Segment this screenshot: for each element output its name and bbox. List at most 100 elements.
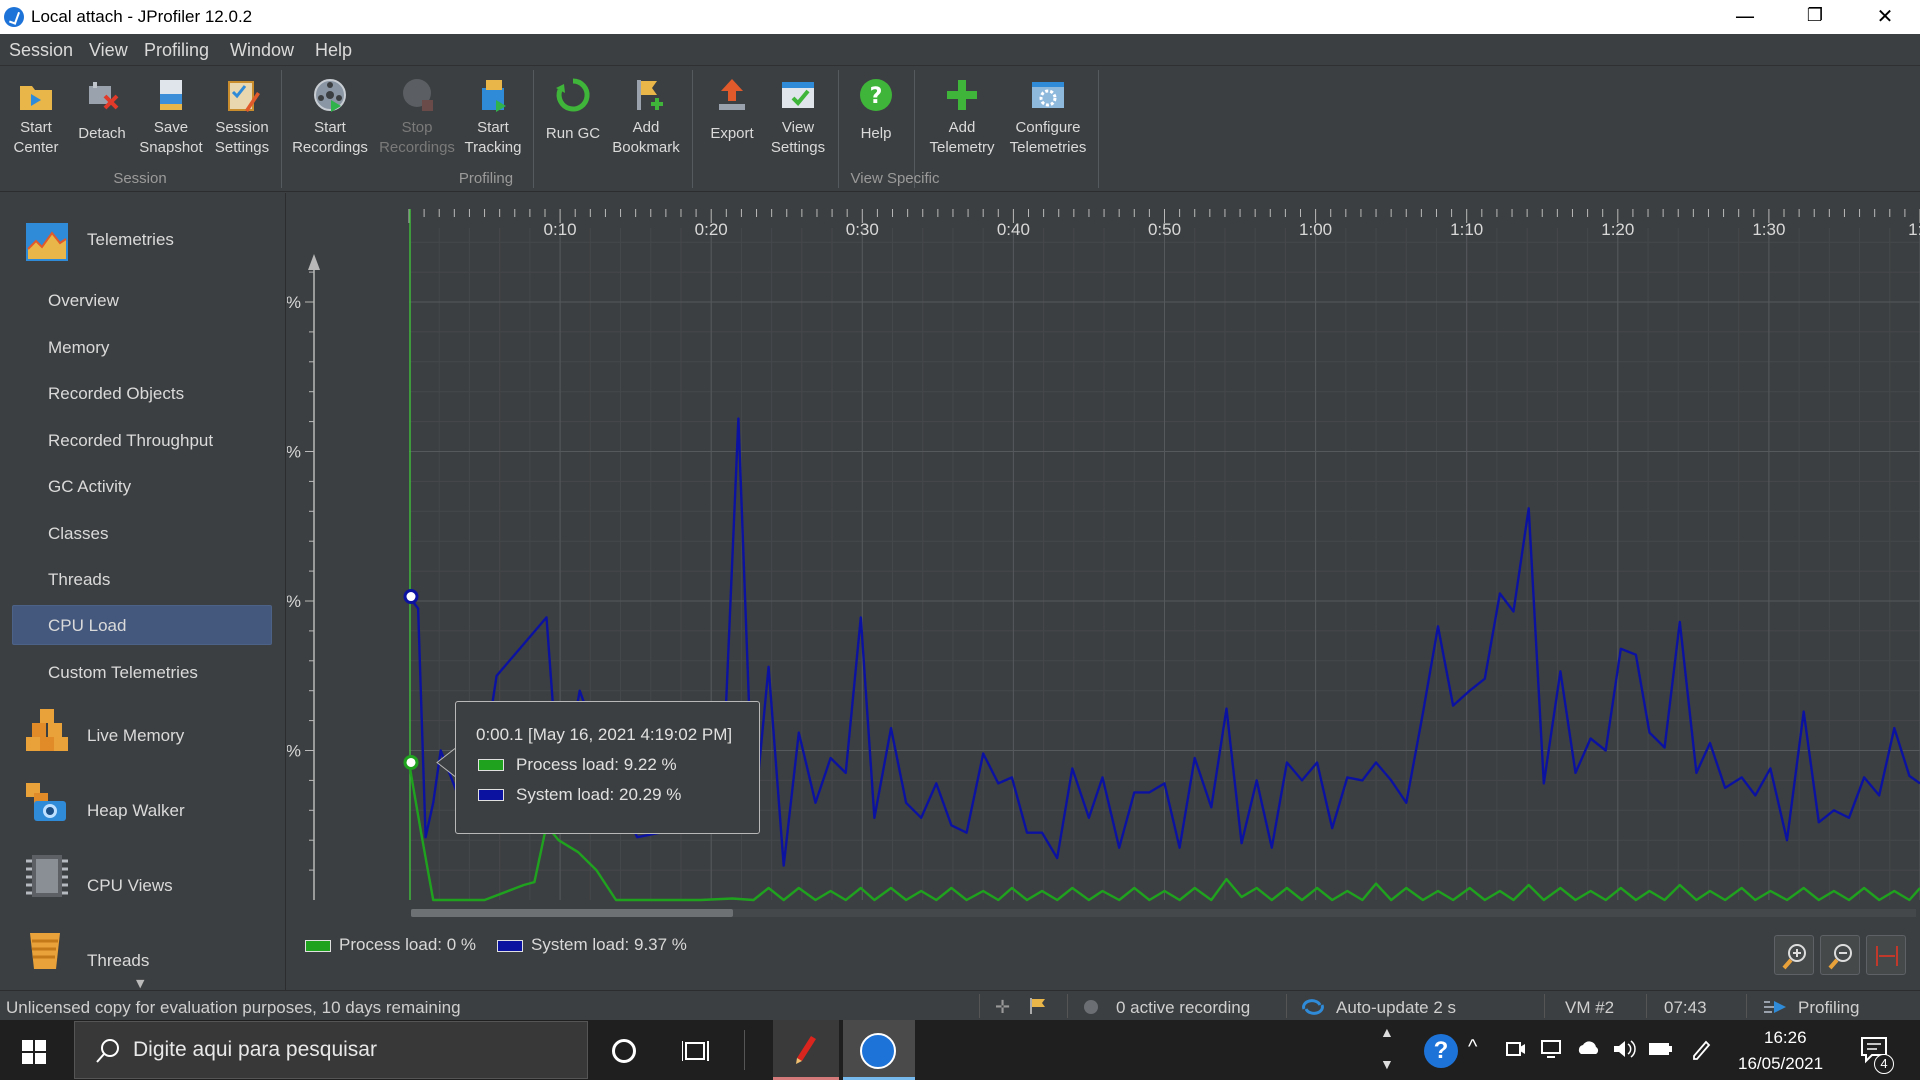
cortana-icon[interactable] [612, 1039, 636, 1063]
toolbar: Start Center Detach Save Snapshot Sessio… [0, 66, 1920, 192]
x-tick-label: 1:4 [1908, 220, 1920, 239]
sidebar-item-recorded-throughput[interactable]: Recorded Throughput [48, 431, 213, 451]
legend-process-swatch [305, 940, 331, 952]
pin-icon[interactable]: ✛ [995, 997, 1010, 1018]
taskbar-search-box[interactable]: Digite aqui para pesquisar [74, 1021, 588, 1079]
close-button[interactable]: ✕ [1850, 0, 1920, 34]
add-telemetry-button[interactable]: Add Telemetry [922, 76, 1002, 158]
start-center-button[interactable]: Start Center [6, 76, 66, 158]
windows-taskbar: Digite aqui para pesquisar ▲ ▼ ? ^ 16:26… [0, 1020, 1920, 1080]
menu-window[interactable]: Window [230, 40, 294, 61]
menu-view[interactable]: View [89, 40, 128, 61]
run-gc-button[interactable]: Run GC [540, 76, 606, 144]
sidebar-item-memory[interactable]: Memory [48, 338, 109, 358]
zoom-in-button[interactable] [1774, 935, 1814, 975]
jprofiler-taskbar-icon [860, 1033, 896, 1069]
view-settings-button[interactable]: View Settings [768, 76, 828, 158]
tooltip-system-swatch [478, 789, 504, 801]
menu-session[interactable]: Session [9, 40, 73, 61]
x-tick-label: 1:30 [1752, 220, 1785, 239]
session-settings-button[interactable]: Session Settings [210, 76, 274, 158]
sidebar-item-classes[interactable]: Classes [48, 524, 108, 544]
network-icon[interactable] [1540, 1038, 1564, 1065]
sidebar-section-live-memory[interactable]: Live Memory [87, 726, 184, 746]
start-recordings-label: Start Recordings [292, 119, 368, 156]
export-button[interactable]: Export [700, 76, 764, 144]
chart-scrollbar-thumb[interactable] [411, 909, 733, 917]
taskbar-app-jprofiler[interactable] [843, 1020, 915, 1080]
volume-icon[interactable] [1612, 1038, 1636, 1065]
help-tray-icon[interactable]: ? [1424, 1034, 1458, 1068]
taskbar-scroll-up-icon[interactable]: ▲ [1380, 1024, 1394, 1040]
cpu-load-chart[interactable]: 0:10 0:20 0:30 0:40 0:50 1:00 1:10 1:20 1:30 1:4 1… [262, 193, 1920, 990]
tooltip-process-value: Process load: 9.22 % [516, 755, 677, 774]
sidebar-section-telemetries[interactable]: Telemetries [87, 230, 174, 250]
profiling-mode-status: Profiling [1798, 998, 1860, 1017]
search-icon [96, 1039, 119, 1063]
toolbar-separator [692, 70, 693, 188]
pen-app-icon [796, 1036, 816, 1064]
stop-recordings-button[interactable]: Stop Recordings [376, 76, 458, 158]
run-gc-label: Run GC [545, 125, 601, 142]
bookmark-flag-icon[interactable] [1028, 996, 1048, 1021]
show-hidden-icons-icon[interactable]: ^ [1468, 1036, 1477, 1059]
detach-icon [83, 76, 121, 114]
sidebar-item-gc-activity[interactable]: GC Activity [48, 477, 131, 497]
title-bar: Local attach - JProfiler 12.0.2 — ❐ ✕ [0, 0, 1920, 34]
window-title: Local attach - JProfiler 12.0.2 [31, 7, 253, 26]
windows-start-icon[interactable] [22, 1040, 46, 1069]
sidebar-section-threads[interactable]: Threads [87, 951, 149, 971]
status-separator [1646, 994, 1647, 1018]
task-view-icon[interactable] [681, 1039, 710, 1068]
auto-update-icon[interactable] [1300, 997, 1326, 1022]
fit-width-button[interactable] [1866, 935, 1906, 975]
sidebar-item-custom-telemetries[interactable]: Custom Telemetries [48, 663, 198, 683]
start-tracking-label: Start Tracking [464, 119, 522, 156]
taskbar-separator [744, 1030, 745, 1070]
meet-now-icon[interactable] [1505, 1038, 1527, 1065]
start-recordings-button[interactable]: Start Recordings [290, 76, 370, 158]
add-bookmark-button[interactable]: Add Bookmark [610, 76, 682, 158]
start-tracking-icon [474, 76, 512, 114]
restore-button[interactable]: ❐ [1780, 0, 1850, 34]
help-button[interactable]: ? Help [846, 76, 906, 144]
taskbar-app-pen[interactable] [773, 1020, 839, 1080]
zoom-out-button[interactable] [1820, 935, 1860, 975]
sidebar-item-cpu-load[interactable]: CPU Load [48, 616, 126, 636]
add-telemetry-icon [943, 76, 981, 114]
detach-button[interactable]: Detach [72, 76, 132, 144]
menu-help[interactable]: Help [315, 40, 352, 61]
zoom-out-icon [1828, 944, 1852, 970]
search-placeholder: Digite aqui para pesquisar [133, 1038, 377, 1061]
group-label-view-specific: View Specific [850, 170, 940, 187]
battery-icon[interactable] [1648, 1040, 1674, 1063]
session-settings-icon [223, 76, 261, 114]
tooltip-process-swatch [478, 759, 504, 771]
save-snapshot-button[interactable]: Save Snapshot [137, 76, 205, 158]
menu-profiling[interactable]: Profiling [144, 40, 209, 61]
tooltip-system-value: System load: 20.29 % [516, 785, 682, 804]
session-settings-label: Session Settings [214, 119, 270, 156]
legend-process-label: Process load: 0 % [339, 935, 477, 954]
minimize-button[interactable]: — [1710, 0, 1780, 34]
clock-time[interactable]: 16:26 [1764, 1028, 1807, 1048]
scroll-down-icon[interactable]: ▼ [136, 977, 144, 990]
sidebar-section-cpu-views[interactable]: CPU Views [87, 876, 173, 896]
sidebar-item-overview[interactable]: Overview [48, 291, 119, 311]
sidebar-section-heap-walker[interactable]: Heap Walker [87, 801, 185, 821]
configure-telemetries-label: Configure Telemetries [1009, 119, 1087, 156]
clock-date[interactable]: 16/05/2021 [1738, 1054, 1823, 1074]
taskbar-scroll-down-icon[interactable]: ▼ [1380, 1056, 1394, 1072]
configure-telemetries-button[interactable]: Configure Telemetries [1004, 76, 1092, 158]
start-tracking-button[interactable]: Start Tracking [463, 76, 523, 158]
add-telemetry-label: Add Telemetry [929, 119, 995, 156]
auto-update-status[interactable]: Auto-update 2 s [1336, 998, 1456, 1018]
sidebar-item-threads[interactable]: Threads [48, 570, 110, 590]
pen-workspace-icon[interactable] [1690, 1038, 1712, 1065]
add-bookmark-icon [627, 76, 665, 114]
sidebar-item-recorded-objects[interactable]: Recorded Objects [48, 384, 184, 404]
y-tick-label: 20 % [287, 592, 301, 611]
onedrive-cloud-icon[interactable] [1575, 1038, 1601, 1063]
chart-tooltip: 0:00.1 [May 16, 2021 4:19:02 PM] Process… [455, 701, 760, 834]
system-load-hover-marker [403, 589, 419, 605]
